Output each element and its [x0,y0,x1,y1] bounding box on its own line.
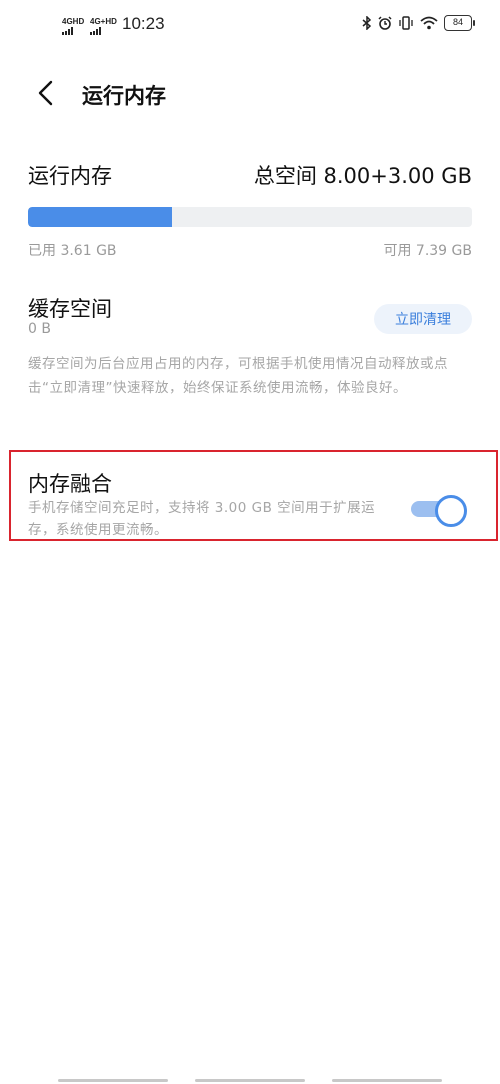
fusion-toggle[interactable] [409,495,469,527]
cache-description: 缓存空间为后台应用占用的内存，可根据手机使用情况自动释放或点击“立即清理”快速释… [28,356,448,396]
cache-size: 0 B [28,321,51,337]
sim2-signal: 4G+HD [90,17,117,35]
nav-hint-right [332,1079,442,1082]
sim1-label: 4GHD [62,17,85,26]
toggle-knob [435,495,467,527]
signal-icon [62,27,73,35]
cache-title: 缓存空间 [28,297,112,321]
memory-usage-fill [28,207,173,227]
app-header: 运行内存 [0,70,500,116]
status-bar: 4GHD 4G+HD 10:23 84 [0,0,500,52]
signal-icon [90,27,101,35]
memory-available: 可用 7.39 GB [383,243,472,259]
nav-hint-left [58,1079,168,1082]
vibrate-icon [399,16,413,30]
back-button[interactable] [30,78,60,108]
clean-now-button[interactable]: 立即清理 [374,304,472,334]
memory-total: 总空间 8.00+3.00 GB [253,164,472,188]
memory-label: 运行内存 [28,164,112,188]
fusion-description: 手机存储空间充足时，支持将 3.00 GB 空间用于扩展运存，系统使用更流畅。 [28,500,376,538]
alarm-icon [378,16,392,30]
memory-used: 已用 3.61 GB [28,243,117,259]
chevron-left-icon [38,80,53,106]
sim1-signal: 4GHD [62,17,84,35]
wifi-icon [420,16,438,30]
nav-hint-center [195,1079,305,1082]
bluetooth-icon [362,16,372,30]
page-title: 运行内存 [82,84,166,108]
battery-icon: 84 [444,15,475,31]
sim2-label: 4G+HD [90,17,117,26]
fusion-title: 内存融合 [28,472,112,496]
memory-usage-bar [28,207,472,227]
status-icons: 84 [362,15,475,31]
status-time: 10:23 [122,14,165,33]
